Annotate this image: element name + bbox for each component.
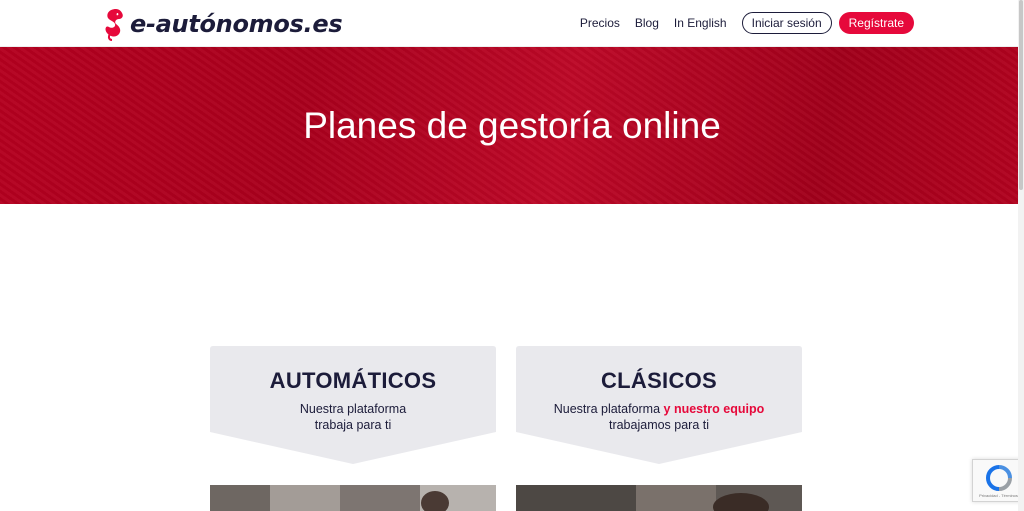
logo[interactable]: e-autónomos.es xyxy=(100,6,343,42)
plan-title: CLÁSICOS xyxy=(600,368,718,393)
plan-image-automaticos xyxy=(210,485,496,511)
plan-subtitle-line2: trabaja para ti xyxy=(314,418,392,432)
seahorse-logo-icon xyxy=(105,9,123,41)
plan-card-automaticos[interactable]: AUTOMÁTICOS Nuestra plataforma trabaja p… xyxy=(210,346,496,464)
nav-blog-link[interactable]: Blog xyxy=(635,16,659,30)
site-header: e-autónomos.es Precios Blog In English I… xyxy=(0,0,1024,47)
office-photo xyxy=(210,485,496,511)
nav-english-link[interactable]: In English xyxy=(674,16,727,30)
page-title: Planes de gestoría online xyxy=(303,105,721,146)
main-nav: Precios Blog In English Iniciar sesión R… xyxy=(580,12,914,34)
plan-subtitle-line1: Nuestra plataforma xyxy=(299,402,407,416)
nav-precios-link[interactable]: Precios xyxy=(580,16,620,30)
hero-banner: Planes de gestoría online xyxy=(0,47,1024,204)
plan-subtitle-line1: Nuestra plataforma xyxy=(553,402,664,416)
plan-subtitle: Nuestra plataforma trabaja para ti xyxy=(210,401,496,433)
scrollbar-thumb[interactable] xyxy=(1019,0,1023,190)
register-button[interactable]: Regístrate xyxy=(838,12,914,34)
plan-title: AUTOMÁTICOS xyxy=(269,368,437,393)
recaptcha-terms[interactable]: Privacidad - Términos xyxy=(973,493,1024,498)
login-button[interactable]: Iniciar sesión xyxy=(741,12,832,34)
plan-subtitle: Nuestra plataforma y nuestro equipo trab… xyxy=(516,401,802,433)
plan-card-clasicos[interactable]: CLÁSICOS Nuestra plataforma y nuestro eq… xyxy=(516,346,802,464)
plan-subtitle-line2: trabajamos para ti xyxy=(608,418,710,432)
recaptcha-icon xyxy=(985,465,1012,491)
logo-text: e-autónomos.es xyxy=(130,10,343,38)
plan-subtitle-highlight: y nuestro equipo xyxy=(663,402,765,416)
person-photo xyxy=(516,485,802,511)
page-scrollbar[interactable] xyxy=(1018,0,1024,511)
recaptcha-badge[interactable]: Privacidad - Términos xyxy=(972,459,1024,502)
plan-image-clasicos xyxy=(516,485,802,511)
